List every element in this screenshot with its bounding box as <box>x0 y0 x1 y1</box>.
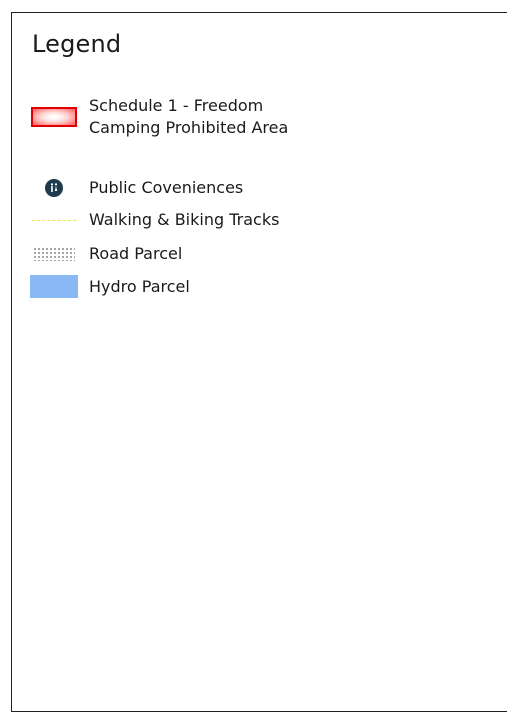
legend-item-walking-biking-tracks: Walking & Biking Tracks <box>30 209 279 231</box>
map-legend: Legend Schedule 1 - Freedom Camping Proh… <box>11 12 507 712</box>
legend-item-freedom-camping-prohibited: Schedule 1 - Freedom Camping Prohibited … <box>30 95 309 139</box>
toilet-icon <box>30 179 78 197</box>
legend-label: Walking & Biking Tracks <box>89 210 280 229</box>
legend-label: Road Parcel <box>89 244 183 263</box>
legend-label: Public Coveniences <box>89 178 244 197</box>
legend-label: Hydro Parcel <box>89 276 190 296</box>
legend-item-hydro-parcel: Hydro Parcel <box>30 275 190 298</box>
hydro-parcel-swatch <box>30 275 78 298</box>
legend-item-public-conveniences: Public Coveniences <box>30 177 243 199</box>
prohibited-area-swatch <box>30 107 78 127</box>
legend-item-road-parcel: Road Parcel <box>30 243 182 265</box>
legend-title: Legend <box>32 30 122 58</box>
track-line-swatch <box>30 219 78 221</box>
legend-label: Schedule 1 - Freedom Camping Prohibited … <box>89 96 289 137</box>
road-parcel-swatch <box>30 247 78 261</box>
